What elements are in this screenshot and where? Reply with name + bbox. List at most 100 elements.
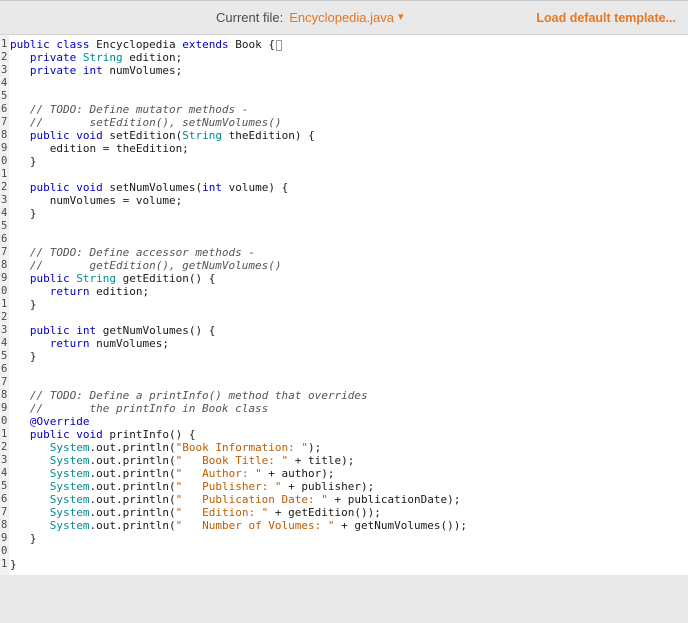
code-text: return edition; [49, 285, 150, 298]
code-line[interactable]: 0 [0, 545, 688, 558]
line-number: 5 [1, 90, 8, 102]
code-line[interactable]: 5 System.out.println(" Publisher: " + pu… [0, 480, 688, 493]
code-text: public void printInfo() { [29, 428, 196, 441]
line-number: 3 [1, 194, 8, 206]
code-line[interactable]: 1 public void printInfo() { [0, 428, 688, 441]
code-line[interactable]: 0 @Override [0, 415, 688, 428]
line-number: 6 [1, 233, 8, 245]
code-line[interactable]: 5 } [0, 350, 688, 363]
line-number: 2 [1, 311, 8, 323]
code-text: return numVolumes; [49, 337, 169, 350]
code-line[interactable]: 2 private String edition; [0, 51, 688, 64]
code-line[interactable]: 8 // getEdition(), getNumVolumes() [0, 259, 688, 272]
code-line[interactable]: 7 // TODO: Define accessor methods - [0, 246, 688, 259]
line-number: 2 [1, 51, 8, 63]
line-number: 8 [1, 389, 8, 401]
code-text: } [10, 155, 37, 168]
code-text: public void setEdition(String theEdition… [29, 129, 315, 142]
code-line[interactable]: 4 return numVolumes; [0, 337, 688, 350]
line-number: 1 [1, 38, 8, 50]
code-line[interactable]: 4 System.out.println(" Author: " + autho… [0, 467, 688, 480]
line-number: 2 [1, 181, 8, 193]
code-line[interactable]: 3 public int getNumVolumes() { [0, 324, 688, 337]
code-text: System.out.println("Book Information: ")… [49, 441, 322, 454]
chevron-down-icon: ▾ [398, 11, 404, 23]
code-line[interactable]: 1 [0, 168, 688, 181]
code-line[interactable]: 0 } [0, 155, 688, 168]
line-number: 8 [1, 129, 8, 141]
code-text: System.out.println(" Publication Date: "… [49, 493, 461, 506]
code-text: System.out.println(" Publisher: " + publ… [49, 480, 375, 493]
code-text: private int numVolumes; [29, 64, 183, 77]
code-text: edition = theEdition; [10, 142, 189, 155]
file-name: Encyclopedia.java [289, 10, 394, 25]
line-number: 5 [1, 480, 8, 492]
code-line[interactable]: 2 System.out.println("Book Information: … [0, 441, 688, 454]
load-default-template-link[interactable]: Load default template... [536, 11, 676, 25]
code-line[interactable]: 8 // TODO: Define a printInfo() method t… [0, 389, 688, 402]
line-number: 7 [1, 246, 8, 258]
code-text: public class Encyclopedia extends Book { [9, 38, 282, 51]
line-number: 4 [1, 77, 8, 89]
header-bar: Current file: Encyclopedia.java ▾ Load d… [0, 0, 688, 35]
line-number: 0 [1, 415, 8, 427]
code-line[interactable]: 8 System.out.println(" Number of Volumes… [0, 519, 688, 532]
code-line[interactable]: 5 [0, 220, 688, 233]
code-line[interactable]: 1 } [0, 298, 688, 311]
code-text: // the printInfo in Book class [10, 402, 269, 415]
code-line[interactable]: 7 // setEdition(), setNumVolumes() [0, 116, 688, 129]
file-selector[interactable]: Encyclopedia.java ▾ [289, 10, 403, 25]
line-number: 0 [1, 285, 8, 297]
code-line[interactable]: 6 // TODO: Define mutator methods - [0, 103, 688, 116]
code-text: // TODO: Define a printInfo() method tha… [10, 389, 368, 402]
line-number: 9 [1, 272, 8, 284]
code-line[interactable]: 1} [0, 558, 688, 571]
current-file-label: Current file: [216, 10, 284, 25]
code-editor[interactable]: 1 public class Encyclopedia extends Book … [0, 35, 688, 575]
code-line[interactable]: 9 } [0, 532, 688, 545]
line-number: 6 [1, 103, 8, 115]
line-number: 1 [1, 558, 8, 570]
code-line[interactable]: 2 public void setNumVolumes(int volume) … [0, 181, 688, 194]
code-text: // setEdition(), setNumVolumes() [10, 116, 282, 129]
line-number: 4 [1, 337, 8, 349]
code-lines: 1 public class Encyclopedia extends Book … [0, 38, 688, 571]
code-text: System.out.println(" Author: " + author)… [49, 467, 335, 480]
code-text: public void setNumVolumes(int volume) { [29, 181, 289, 194]
line-number: 9 [1, 402, 8, 414]
line-number: 6 [1, 493, 8, 505]
code-line[interactable]: 9 public String getEdition() { [0, 272, 688, 285]
line-number: 4 [1, 467, 8, 479]
code-text: } [10, 532, 37, 545]
code-line[interactable]: 1 public class Encyclopedia extends Book … [0, 38, 688, 51]
line-number: 8 [1, 259, 8, 271]
code-line[interactable]: 3 System.out.println(" Book Title: " + t… [0, 454, 688, 467]
code-text: @Override [29, 415, 90, 428]
code-line[interactable]: 8 public void setEdition(String theEditi… [0, 129, 688, 142]
line-number: 7 [1, 506, 8, 518]
line-number: 0 [1, 155, 8, 167]
code-line[interactable]: 6 [0, 363, 688, 376]
code-text: } [10, 558, 17, 571]
code-line[interactable]: 4 [0, 77, 688, 90]
code-line[interactable]: 6 [0, 233, 688, 246]
code-line[interactable]: 9 edition = theEdition; [0, 142, 688, 155]
text-cursor [275, 39, 282, 51]
line-number: 2 [1, 441, 8, 453]
code-line[interactable]: 3 numVolumes = volume; [0, 194, 688, 207]
code-line[interactable]: 7 System.out.println(" Edition: " + getE… [0, 506, 688, 519]
code-line[interactable]: 4 } [0, 207, 688, 220]
code-line[interactable]: 6 System.out.println(" Publication Date:… [0, 493, 688, 506]
code-line[interactable]: 9 // the printInfo in Book class [0, 402, 688, 415]
code-line[interactable]: 2 [0, 311, 688, 324]
code-text: } [10, 350, 37, 363]
code-text: // TODO: Define mutator methods - [10, 103, 249, 116]
line-number: 9 [1, 532, 8, 544]
code-line[interactable]: 5 [0, 90, 688, 103]
code-line[interactable]: 7 [0, 376, 688, 389]
code-line[interactable]: 0 return edition; [0, 285, 688, 298]
code-line[interactable]: 3 private int numVolumes; [0, 64, 688, 77]
